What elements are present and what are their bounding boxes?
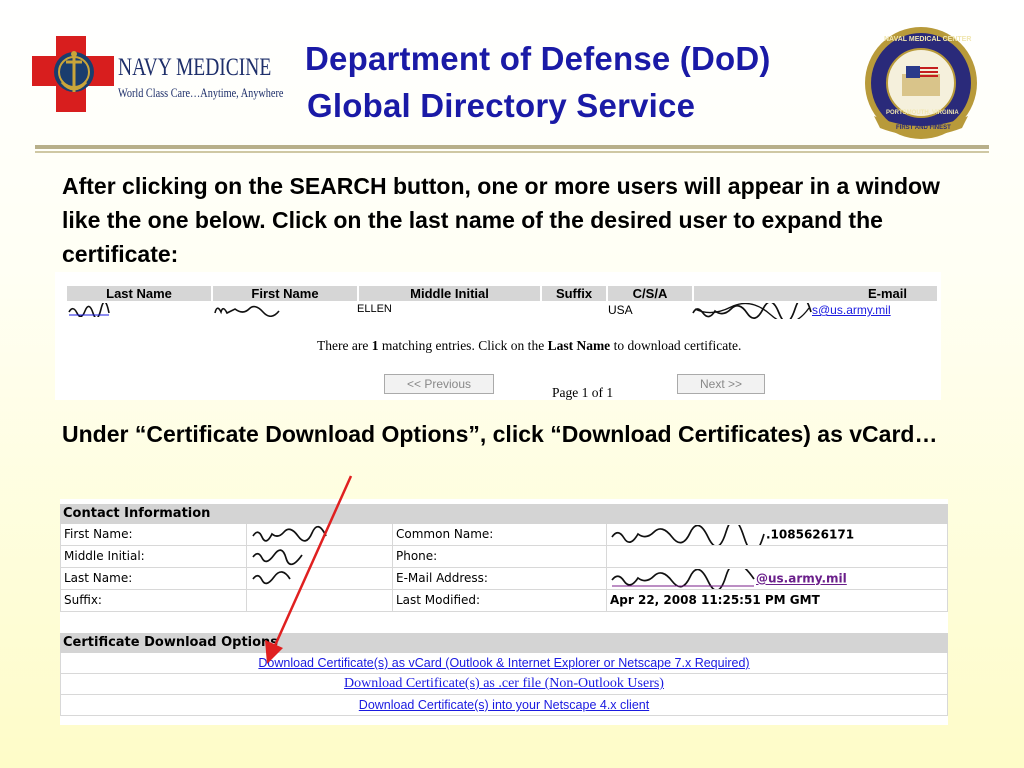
- header-divider: [35, 145, 989, 149]
- download-vcard-row: Download Certificate(s) as vCard (Outloo…: [60, 653, 948, 674]
- col-email: E-mail: [694, 286, 939, 301]
- contact-row-suffix: Suffix: Last Modified: Apr 22, 2008 11:2…: [60, 590, 948, 612]
- results-message: There are 1 matching entries. Click on t…: [317, 338, 741, 354]
- result-csa: USA: [608, 303, 633, 317]
- value-common-name: .1085626171: [606, 524, 948, 546]
- label-common-name: Common Name:: [392, 524, 606, 546]
- contact-information-panel: Contact Information First Name: Common N…: [60, 499, 948, 725]
- seal-text-bottom: PORTSMOUTH, VIRGINIA: [886, 110, 959, 116]
- value-last-modified: Apr 22, 2008 11:25:51 PM GMT: [606, 590, 948, 612]
- instruction-step2: Under “Certificate Download Options”, cl…: [62, 421, 938, 447]
- results-message-prefix: There are: [317, 338, 372, 353]
- col-suffix: Suffix: [542, 286, 608, 301]
- download-cer-link[interactable]: Download Certificate(s) as .cer file (No…: [344, 676, 664, 691]
- label-email: E-Mail Address:: [392, 568, 606, 590]
- result-email-redacted: [691, 303, 812, 319]
- contact-section-header: Contact Information: [60, 504, 948, 524]
- results-header-row: Last Name First Name Middle Initial Suff…: [67, 286, 939, 301]
- result-first-name: [213, 303, 281, 317]
- col-last-name: Last Name: [67, 286, 213, 301]
- logo-tagline: World Class Care…Anytime, Anywhere: [118, 86, 284, 100]
- red-arrow-pointer: [265, 475, 353, 664]
- logo-name: NAVY MEDICINE: [118, 54, 272, 81]
- download-cer-row: Download Certificate(s) as .cer file (No…: [60, 674, 948, 695]
- common-name-suffix: .1085626171: [766, 527, 855, 542]
- download-section-header: Certificate Download Options: [60, 633, 948, 653]
- results-message-mid: matching entries. Click on the: [378, 338, 548, 353]
- value-email[interactable]: @us.army.mil: [606, 568, 948, 590]
- redacted-scribble: [611, 524, 765, 545]
- results-message-bold: Last Name: [547, 338, 611, 353]
- label-middle-initial: Middle Initial:: [60, 546, 246, 568]
- contact-row-middle: Middle Initial: Phone:: [60, 546, 948, 568]
- col-first-name: First Name: [213, 286, 359, 301]
- label-last-modified: Last Modified:: [392, 590, 606, 612]
- next-button[interactable]: Next >>: [677, 374, 765, 394]
- label-last-name: Last Name:: [60, 568, 246, 590]
- redacted-scribble: [68, 303, 110, 317]
- col-csa: C/S/A: [608, 286, 694, 301]
- naval-medical-center-seal: NAVAL MEDICAL CENTER PORTSMOUTH, VIRGINI…: [862, 24, 980, 142]
- search-results-panel: Last Name First Name Middle Initial Suff…: [55, 272, 941, 400]
- email-suffix-link[interactable]: @us.army.mil: [756, 572, 847, 586]
- col-middle-initial: Middle Initial: [359, 286, 542, 301]
- seal-banner: FIRST AND FINEST: [896, 125, 951, 131]
- header-divider-thin: [35, 151, 989, 153]
- previous-button[interactable]: << Previous: [384, 374, 494, 394]
- redacted-scribble: [214, 305, 280, 317]
- label-phone: Phone:: [392, 546, 606, 568]
- label-first-name: First Name:: [60, 524, 246, 546]
- download-netscape-row: Download Certificate(s) into your Netsca…: [60, 695, 948, 716]
- page-title-line1: Department of Defense (DoD): [305, 40, 771, 77]
- result-last-name-link[interactable]: [67, 303, 111, 317]
- page-title-line2: Global Directory Service: [307, 87, 696, 124]
- instruction-step1: After clicking on the SEARCH button, one…: [62, 173, 940, 267]
- redacted-scribble: [611, 568, 755, 589]
- navy-medicine-logo: NAVY MEDICINE World Class Care…Anytime, …: [32, 34, 290, 116]
- results-message-suffix: to download certificate.: [610, 338, 742, 353]
- contact-row-last: Last Name: E-Mail Address: @us.army.mil: [60, 568, 948, 590]
- result-middle-initial: ELLEN: [357, 303, 392, 315]
- label-suffix: Suffix:: [60, 590, 246, 612]
- redacted-scribble: [692, 303, 812, 319]
- download-netscape-link[interactable]: Download Certificate(s) into your Netsca…: [359, 698, 649, 712]
- page-indicator: Page 1 of 1: [552, 385, 614, 400]
- result-email-link[interactable]: s@us.army.mil: [812, 303, 891, 317]
- contact-row-first: First Name: Common Name: .1085626171: [60, 524, 948, 546]
- seal-text-top: NAVAL MEDICAL CENTER: [884, 36, 972, 43]
- value-phone: [606, 546, 948, 568]
